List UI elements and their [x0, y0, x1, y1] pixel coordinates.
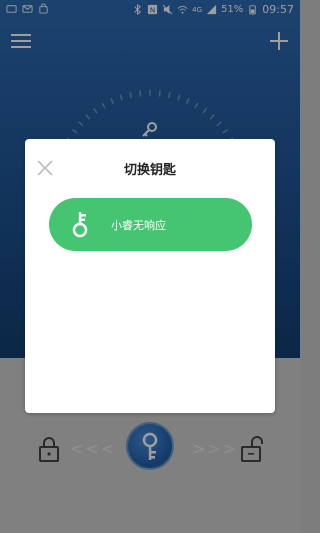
switch-key-dialog: 切换钥匙 小睿无响应: [25, 139, 275, 413]
key-list-item[interactable]: 小睿无响应: [49, 198, 252, 251]
key-icon: [72, 212, 88, 238]
key-item-label: 小睿无响应: [111, 219, 166, 232]
dialog-title: 切换钥匙: [123, 163, 176, 178]
